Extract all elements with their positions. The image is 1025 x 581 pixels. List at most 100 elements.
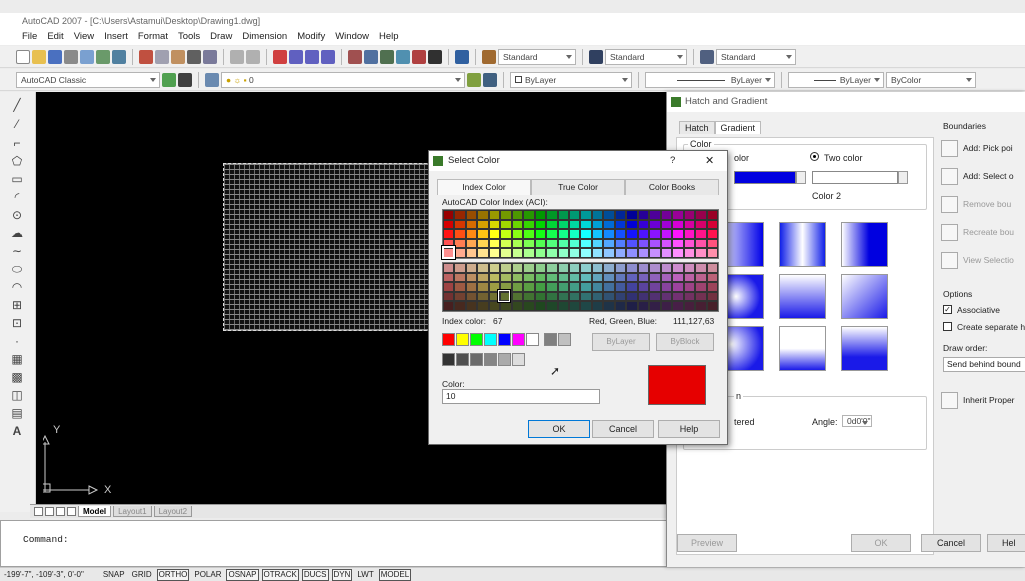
tab-index-color[interactable]: Index Color: [437, 179, 531, 195]
aci-color-cell[interactable]: [443, 263, 455, 273]
aci-color-cell[interactable]: [546, 263, 558, 273]
pan-icon[interactable]: [273, 49, 287, 64]
aci-color-cell[interactable]: [557, 291, 570, 302]
aci-color-cell[interactable]: [614, 272, 627, 283]
match-properties-icon[interactable]: [187, 49, 201, 64]
open-icon[interactable]: [32, 49, 46, 64]
aci-color-cell[interactable]: [477, 248, 489, 258]
gray-2[interactable]: [456, 353, 469, 366]
aci-color-cell[interactable]: [534, 291, 547, 302]
aci-color-cell[interactable]: [500, 263, 512, 273]
point-icon[interactable]: ·: [10, 334, 24, 348]
aci-color-cell[interactable]: [534, 248, 547, 258]
aci-color-cell[interactable]: [534, 282, 547, 292]
aci-color-cell[interactable]: [511, 301, 524, 311]
aci-color-cell[interactable]: [683, 301, 696, 311]
aci-color-cell[interactable]: [660, 301, 673, 311]
aci-color-cell[interactable]: [511, 282, 524, 292]
aci-color-cell[interactable]: [477, 282, 489, 292]
3d-dwf-icon[interactable]: [112, 49, 126, 64]
aci-color-cell[interactable]: [488, 301, 501, 311]
aci-color-cell[interactable]: [683, 263, 696, 273]
aci-color-cell[interactable]: [477, 238, 489, 249]
aci-color-cell[interactable]: [649, 301, 661, 311]
save-icon[interactable]: [48, 49, 62, 64]
one-color-label[interactable]: olor: [734, 153, 749, 163]
properties-icon[interactable]: [348, 49, 362, 64]
aci-color-cell[interactable]: [569, 238, 581, 249]
aci-color-cell[interactable]: [477, 210, 489, 220]
aci-color-cell[interactable]: [465, 229, 478, 239]
hatch-help-button[interactable]: Hel: [987, 534, 1025, 552]
aci-color-cell[interactable]: [695, 272, 707, 283]
aci-color-cell[interactable]: [626, 263, 638, 273]
menu-insert[interactable]: Insert: [104, 29, 128, 45]
aci-color-cell[interactable]: [660, 210, 673, 220]
aci-color-cell[interactable]: [500, 248, 512, 258]
aci-color-cell[interactable]: [546, 210, 558, 220]
plot-preview-icon[interactable]: [80, 49, 94, 64]
aci-color-cell[interactable]: [454, 282, 466, 292]
aci-color-cell[interactable]: [465, 263, 478, 273]
aci-color-cell[interactable]: [477, 263, 489, 273]
aci-color-cell[interactable]: [637, 248, 650, 258]
aci-color-cell[interactable]: [500, 229, 512, 239]
aci-color-cell[interactable]: [546, 219, 558, 230]
first-tab-icon[interactable]: [34, 507, 43, 516]
table-style-combo[interactable]: Standard: [716, 48, 796, 65]
aci-color-cell[interactable]: [454, 291, 466, 302]
aci-color-cell[interactable]: [603, 210, 615, 220]
aci-color-cell[interactable]: [557, 238, 570, 249]
aci-color-cell[interactable]: [546, 272, 558, 283]
aci-color-cell[interactable]: [649, 229, 661, 239]
aci-color-cell[interactable]: [523, 282, 535, 292]
aci-color-cell[interactable]: [683, 219, 696, 230]
aci-color-cell[interactable]: [660, 229, 673, 239]
aci-color-cell[interactable]: [695, 219, 707, 230]
associative-label[interactable]: Associative: [957, 305, 1000, 315]
aci-color-cell[interactable]: [546, 291, 558, 302]
otrack-toggle[interactable]: OTRACK: [261, 568, 299, 581]
ok-button[interactable]: OK: [528, 420, 590, 438]
aci-color-cell[interactable]: [454, 219, 466, 230]
zoom-realtime-icon[interactable]: [289, 49, 303, 64]
aci-color-cell[interactable]: [660, 263, 673, 273]
aci-color-cell[interactable]: [614, 210, 627, 220]
osnap-toggle[interactable]: OSNAP: [226, 568, 259, 581]
aci-color-cell[interactable]: [614, 291, 627, 302]
aci-color-cell[interactable]: [569, 229, 581, 239]
aci-color-cell[interactable]: [557, 248, 570, 258]
ellipse-arc-icon[interactable]: ◠: [10, 280, 24, 294]
tool-palettes-icon[interactable]: [380, 49, 394, 64]
aci-color-cell[interactable]: [477, 301, 489, 311]
aci-color-cell[interactable]: [465, 272, 478, 283]
aci-color-cell[interactable]: [672, 238, 684, 249]
gradient-pattern-6[interactable]: [841, 274, 888, 319]
menu-edit[interactable]: Edit: [47, 29, 63, 45]
aci-color-cell[interactable]: [557, 219, 570, 230]
aci-color-cell[interactable]: [626, 301, 638, 311]
aci-color-cell[interactable]: [569, 301, 581, 311]
aci-color-cell[interactable]: [511, 291, 524, 302]
aci-color-cell[interactable]: [569, 219, 581, 230]
grayscale-row[interactable]: [442, 353, 525, 366]
aci-color-cell[interactable]: [660, 272, 673, 283]
ellipse-icon[interactable]: ⬭: [10, 262, 24, 276]
gradient-pattern-8[interactable]: [779, 326, 826, 371]
publish-icon[interactable]: [96, 49, 110, 64]
color-value-input[interactable]: 10: [442, 389, 600, 404]
tab-true-color[interactable]: True Color: [531, 179, 625, 195]
menu-modify[interactable]: Modify: [297, 29, 325, 45]
aci-color-cell[interactable]: [443, 219, 455, 230]
rectangle-icon[interactable]: ▭: [10, 172, 24, 186]
aci-color-cell[interactable]: [603, 219, 615, 230]
color-gray-9[interactable]: [558, 333, 571, 346]
copy-icon[interactable]: [155, 49, 169, 64]
aci-color-cell[interactable]: [488, 238, 501, 249]
close-icon[interactable]: ✕: [705, 151, 714, 171]
color-gray-8[interactable]: [544, 333, 557, 346]
polyline-icon[interactable]: ⌐: [10, 136, 24, 150]
ortho-toggle[interactable]: ORTHO: [156, 568, 190, 581]
aci-color-cell[interactable]: [454, 301, 466, 311]
line-icon[interactable]: ╱: [10, 98, 24, 112]
